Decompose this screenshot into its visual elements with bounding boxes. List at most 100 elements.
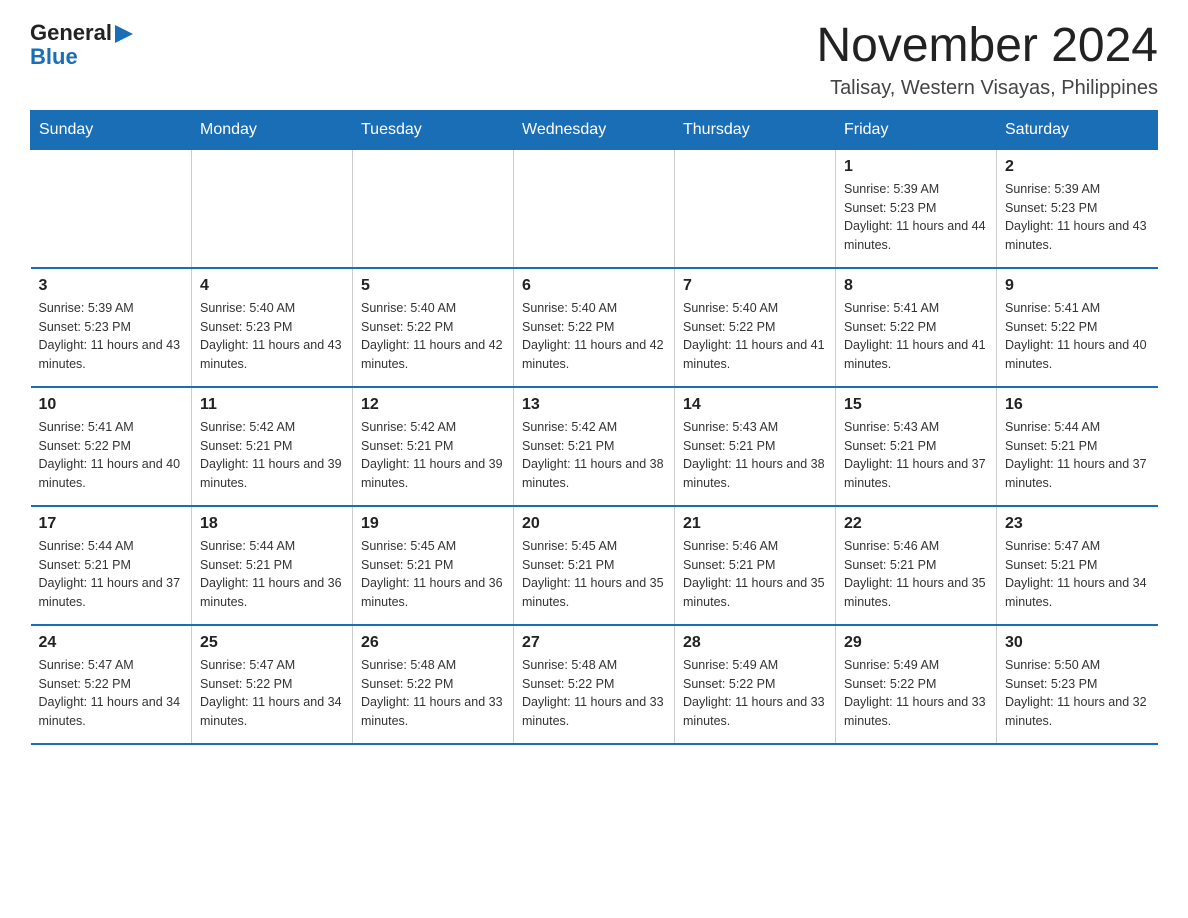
- day-number: 10: [39, 396, 184, 414]
- day-number: 13: [522, 396, 666, 414]
- day-number: 9: [1005, 277, 1150, 295]
- calendar-cell: 23Sunrise: 5:47 AMSunset: 5:21 PMDayligh…: [997, 506, 1158, 625]
- day-info: Sunrise: 5:43 AMSunset: 5:21 PMDaylight:…: [683, 418, 827, 493]
- day-info: Sunrise: 5:40 AMSunset: 5:22 PMDaylight:…: [683, 299, 827, 374]
- calendar-cell: 30 Sunrise: 5:50 AMSunset: 5:23 PMDayligh…: [997, 625, 1158, 744]
- day-info: Sunrise: 5:44 AMSunset: 5:21 PMDaylight:…: [1005, 418, 1150, 493]
- calendar-header-row: SundayMondayTuesdayWednesdayThursdayFrid…: [31, 110, 1158, 149]
- weekday-header-sunday: Sunday: [31, 110, 192, 149]
- day-info: Sunrise: 5:39 AMSunset: 5:23 PMDaylight:…: [1005, 180, 1150, 255]
- weekday-header-saturday: Saturday: [997, 110, 1158, 149]
- day-number: 4: [200, 277, 344, 295]
- day-number: 16: [1005, 396, 1150, 414]
- day-number: 24: [39, 634, 184, 652]
- day-number: 7: [683, 277, 827, 295]
- calendar-cell: 10 Sunrise: 5:41 AMSunset: 5:22 PMDayligh…: [31, 387, 192, 506]
- day-info: Sunrise: 5:49 AMSunset: 5:22 PMDaylight:…: [844, 656, 988, 731]
- day-info: Sunrise: 5:41 AMSunset: 5:22 PMDaylight:…: [844, 299, 988, 374]
- day-number: 15: [844, 396, 988, 414]
- day-info: Sunrise: 5:48 AMSunset: 5:22 PMDaylight:…: [522, 656, 666, 731]
- day-info: Sunrise: 5:44 AMSunset: 5:21 PMDaylight:…: [200, 537, 344, 612]
- title-block: November 2024 Talisay, Western Visayas, …: [816, 20, 1158, 100]
- calendar-cell: 19 Sunrise: 5:45 AMSunset: 5:21 PMDayligh…: [353, 506, 514, 625]
- weekday-header-monday: Monday: [192, 110, 353, 149]
- calendar-cell: 7 Sunrise: 5:40 AMSunset: 5:22 PMDaylight…: [675, 268, 836, 387]
- calendar-cell: [192, 149, 353, 268]
- calendar-cell: 15Sunrise: 5:43 AMSunset: 5:21 PMDayligh…: [836, 387, 997, 506]
- day-number: 29: [844, 634, 988, 652]
- day-info: Sunrise: 5:50 AMSunset: 5:23 PMDaylight:…: [1005, 656, 1150, 731]
- calendar-cell: 28 Sunrise: 5:49 AMSunset: 5:22 PMDayligh…: [675, 625, 836, 744]
- calendar-cell: 17 Sunrise: 5:44 AMSunset: 5:21 PMDayligh…: [31, 506, 192, 625]
- day-info: Sunrise: 5:46 AMSunset: 5:21 PMDaylight:…: [683, 537, 827, 612]
- calendar-cell: 22 Sunrise: 5:46 AMSunset: 5:21 PMDayligh…: [836, 506, 997, 625]
- day-info: Sunrise: 5:49 AMSunset: 5:22 PMDaylight:…: [683, 656, 827, 731]
- day-info: Sunrise: 5:40 AMSunset: 5:22 PMDaylight:…: [522, 299, 666, 374]
- calendar-week-row: 10 Sunrise: 5:41 AMSunset: 5:22 PMDayligh…: [31, 387, 1158, 506]
- day-number: 27: [522, 634, 666, 652]
- calendar-week-row: 3Sunrise: 5:39 AMSunset: 5:23 PMDaylight…: [31, 268, 1158, 387]
- calendar-cell: 5 Sunrise: 5:40 AMSunset: 5:22 PMDaylight…: [353, 268, 514, 387]
- calendar-cell: 27 Sunrise: 5:48 AMSunset: 5:22 PMDayligh…: [514, 625, 675, 744]
- day-number: 6: [522, 277, 666, 295]
- calendar-cell: 9 Sunrise: 5:41 AMSunset: 5:22 PMDaylight…: [997, 268, 1158, 387]
- calendar-week-row: 17 Sunrise: 5:44 AMSunset: 5:21 PMDayligh…: [31, 506, 1158, 625]
- weekday-header-friday: Friday: [836, 110, 997, 149]
- day-number: 20: [522, 515, 666, 533]
- calendar-cell: 13Sunrise: 5:42 AMSunset: 5:21 PMDayligh…: [514, 387, 675, 506]
- day-info: Sunrise: 5:44 AMSunset: 5:21 PMDaylight:…: [39, 537, 184, 612]
- day-info: Sunrise: 5:42 AMSunset: 5:21 PMDaylight:…: [361, 418, 505, 493]
- logo: General Blue: [30, 20, 133, 70]
- calendar-cell: [353, 149, 514, 268]
- day-number: 3: [39, 277, 184, 295]
- day-number: 2: [1005, 158, 1150, 176]
- day-number: 17: [39, 515, 184, 533]
- day-info: Sunrise: 5:41 AMSunset: 5:22 PMDaylight:…: [1005, 299, 1150, 374]
- day-info: Sunrise: 5:45 AMSunset: 5:21 PMDaylight:…: [522, 537, 666, 612]
- day-info: Sunrise: 5:40 AMSunset: 5:23 PMDaylight:…: [200, 299, 344, 374]
- calendar-week-row: 24 Sunrise: 5:47 AMSunset: 5:22 PMDayligh…: [31, 625, 1158, 744]
- day-info: Sunrise: 5:45 AMSunset: 5:21 PMDaylight:…: [361, 537, 505, 612]
- calendar-cell: 24 Sunrise: 5:47 AMSunset: 5:22 PMDayligh…: [31, 625, 192, 744]
- calendar-cell: 18Sunrise: 5:44 AMSunset: 5:21 PMDayligh…: [192, 506, 353, 625]
- day-info: Sunrise: 5:42 AMSunset: 5:21 PMDaylight:…: [200, 418, 344, 493]
- month-title: November 2024: [816, 20, 1158, 73]
- day-info: Sunrise: 5:46 AMSunset: 5:21 PMDaylight:…: [844, 537, 988, 612]
- calendar-cell: 11 Sunrise: 5:42 AMSunset: 5:21 PMDayligh…: [192, 387, 353, 506]
- day-number: 1: [844, 158, 988, 176]
- calendar-cell: 16 Sunrise: 5:44 AMSunset: 5:21 PMDayligh…: [997, 387, 1158, 506]
- day-number: 22: [844, 515, 988, 533]
- calendar-table: SundayMondayTuesdayWednesdayThursdayFrid…: [30, 110, 1158, 745]
- calendar-cell: 20 Sunrise: 5:45 AMSunset: 5:21 PMDayligh…: [514, 506, 675, 625]
- calendar-cell: 12Sunrise: 5:42 AMSunset: 5:21 PMDayligh…: [353, 387, 514, 506]
- day-number: 28: [683, 634, 827, 652]
- day-number: 30: [1005, 634, 1150, 652]
- logo-text-blue: Blue: [30, 44, 78, 70]
- calendar-cell: 3Sunrise: 5:39 AMSunset: 5:23 PMDaylight…: [31, 268, 192, 387]
- weekday-header-thursday: Thursday: [675, 110, 836, 149]
- logo-arrow-icon: [115, 25, 133, 43]
- day-number: 19: [361, 515, 505, 533]
- day-number: 26: [361, 634, 505, 652]
- day-info: Sunrise: 5:47 AMSunset: 5:22 PMDaylight:…: [39, 656, 184, 731]
- calendar-cell: 2 Sunrise: 5:39 AMSunset: 5:23 PMDaylight…: [997, 149, 1158, 268]
- day-info: Sunrise: 5:39 AMSunset: 5:23 PMDaylight:…: [844, 180, 988, 255]
- calendar-cell: 4 Sunrise: 5:40 AMSunset: 5:23 PMDaylight…: [192, 268, 353, 387]
- day-number: 11: [200, 396, 344, 414]
- calendar-cell: 21Sunrise: 5:46 AMSunset: 5:21 PMDayligh…: [675, 506, 836, 625]
- day-number: 25: [200, 634, 344, 652]
- day-info: Sunrise: 5:48 AMSunset: 5:22 PMDaylight:…: [361, 656, 505, 731]
- weekday-header-wednesday: Wednesday: [514, 110, 675, 149]
- day-number: 5: [361, 277, 505, 295]
- day-info: Sunrise: 5:41 AMSunset: 5:22 PMDaylight:…: [39, 418, 184, 493]
- calendar-cell: 29 Sunrise: 5:49 AMSunset: 5:22 PMDayligh…: [836, 625, 997, 744]
- calendar-cell: 1 Sunrise: 5:39 AMSunset: 5:23 PMDaylight…: [836, 149, 997, 268]
- calendar-cell: 26 Sunrise: 5:48 AMSunset: 5:22 PMDayligh…: [353, 625, 514, 744]
- day-number: 14: [683, 396, 827, 414]
- calendar-cell: [514, 149, 675, 268]
- calendar-cell: [31, 149, 192, 268]
- day-number: 23: [1005, 515, 1150, 533]
- day-info: Sunrise: 5:40 AMSunset: 5:22 PMDaylight:…: [361, 299, 505, 374]
- calendar-cell: 8Sunrise: 5:41 AMSunset: 5:22 PMDaylight…: [836, 268, 997, 387]
- calendar-week-row: 1 Sunrise: 5:39 AMSunset: 5:23 PMDaylight…: [31, 149, 1158, 268]
